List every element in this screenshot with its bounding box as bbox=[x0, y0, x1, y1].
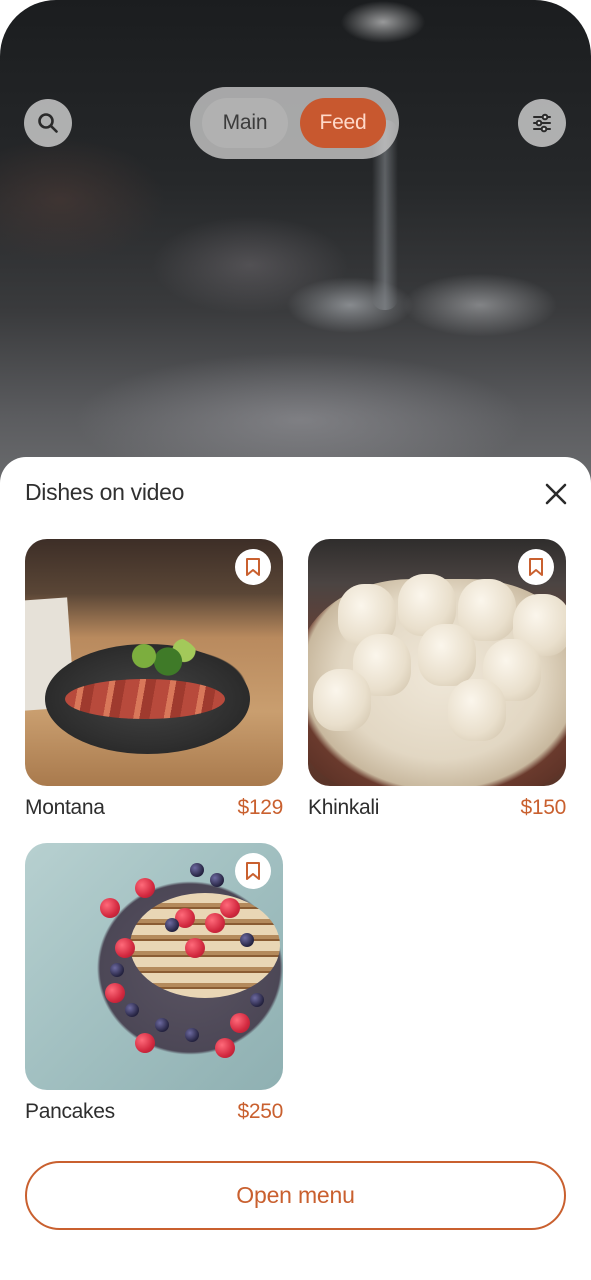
photo-detail bbox=[100, 898, 120, 918]
dish-info: Montana $129 bbox=[25, 794, 283, 822]
bookmark-button[interactable] bbox=[518, 549, 554, 585]
bookmark-button[interactable] bbox=[235, 853, 271, 889]
sliders-icon bbox=[533, 113, 551, 133]
tab-main[interactable]: Main bbox=[202, 98, 288, 148]
main-feed-switch: Main Feed bbox=[190, 87, 399, 159]
video-player[interactable] bbox=[0, 0, 591, 520]
photo-detail bbox=[165, 918, 179, 932]
photo-detail bbox=[155, 1018, 169, 1032]
dish-name: Pancakes bbox=[25, 1100, 115, 1123]
photo-detail bbox=[250, 993, 264, 1007]
dish-name: Montana bbox=[25, 796, 105, 819]
photo-detail bbox=[215, 1038, 235, 1058]
tab-feed[interactable]: Feed bbox=[300, 98, 386, 148]
photo-detail bbox=[105, 983, 125, 1003]
photo-detail bbox=[210, 873, 224, 887]
filter-button[interactable] bbox=[518, 99, 566, 147]
photo-detail bbox=[313, 669, 371, 731]
photo-detail bbox=[190, 863, 204, 877]
photo-detail bbox=[220, 898, 240, 918]
photo-detail bbox=[185, 1028, 199, 1042]
open-menu-button[interactable]: Open menu bbox=[25, 1161, 566, 1230]
dish-photo[interactable] bbox=[25, 843, 283, 1090]
dish-price: $250 bbox=[237, 1100, 283, 1123]
dish-info: Khinkali $150 bbox=[308, 794, 566, 822]
photo-detail bbox=[418, 624, 476, 686]
dish-card[interactable]: Pancakes $250 bbox=[25, 843, 283, 1126]
photo-detail bbox=[230, 1013, 250, 1033]
dishes-bottom-sheet: Dishes on video Montana $129 Khinkali $1… bbox=[0, 457, 591, 1280]
photo-detail bbox=[115, 938, 135, 958]
dish-price: $150 bbox=[520, 796, 566, 819]
sheet-title: Dishes on video bbox=[25, 479, 185, 505]
photo-detail bbox=[240, 933, 254, 947]
dish-info: Pancakes $250 bbox=[25, 1098, 283, 1126]
dish-price: $129 bbox=[237, 796, 283, 819]
search-button[interactable] bbox=[24, 99, 72, 147]
photo-detail bbox=[120, 634, 200, 689]
dish-photo[interactable] bbox=[308, 539, 566, 786]
dish-name: Khinkali bbox=[308, 796, 380, 819]
photo-detail bbox=[110, 963, 124, 977]
photo-detail bbox=[130, 893, 280, 998]
close-icon bbox=[545, 483, 567, 505]
photo-detail bbox=[185, 938, 205, 958]
close-button[interactable] bbox=[541, 479, 571, 509]
photo-detail bbox=[125, 1003, 139, 1017]
photo-detail bbox=[448, 679, 506, 741]
app-screen: Main Feed Dishes on video Montana $129 K… bbox=[0, 0, 591, 1280]
bookmark-icon bbox=[529, 558, 543, 576]
dish-card[interactable]: Montana $129 bbox=[25, 539, 283, 822]
bookmark-button[interactable] bbox=[235, 549, 271, 585]
dish-card[interactable]: Khinkali $150 bbox=[308, 539, 566, 822]
dish-photo[interactable] bbox=[25, 539, 283, 786]
search-icon bbox=[38, 113, 58, 133]
photo-detail bbox=[135, 1033, 155, 1053]
bookmark-icon bbox=[246, 558, 260, 576]
bookmark-icon bbox=[246, 862, 260, 880]
photo-detail bbox=[135, 878, 155, 898]
photo-detail bbox=[205, 913, 225, 933]
